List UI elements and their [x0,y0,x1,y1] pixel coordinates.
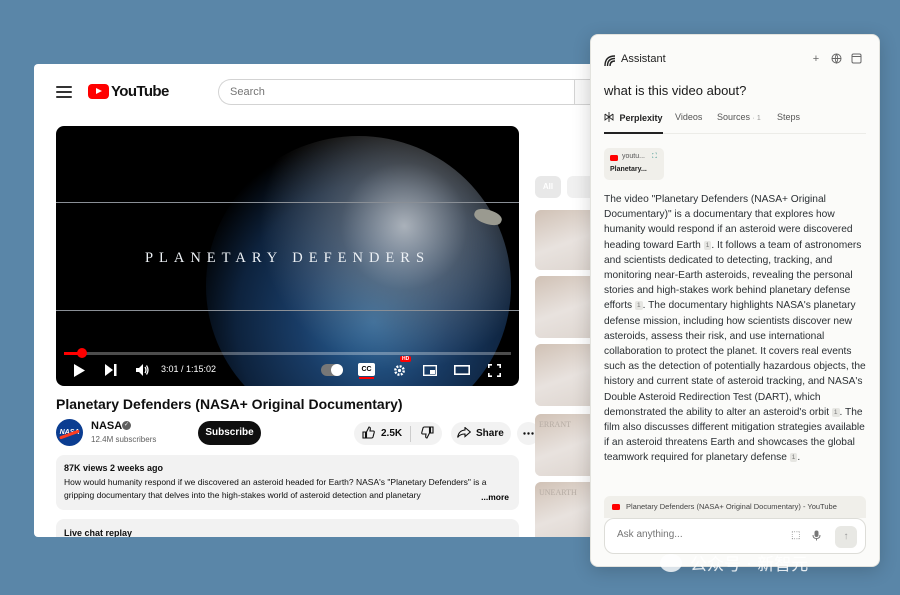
page-reference-text: Planetary Defenders (NASA+ Original Docu… [626,502,837,511]
tab-sources[interactable]: Sources · 1 [717,112,761,134]
youtube-play-icon [88,84,109,99]
tab-label: Perplexity [619,113,663,123]
show-more-link[interactable]: ...more [477,492,509,502]
channel-avatar[interactable]: NASA [56,419,83,446]
thumbnail-text: ERRANT [539,420,571,429]
subscriber-count: 12.4M subscribers [91,435,157,444]
letterbox-line-bottom [56,310,519,311]
share-icon [457,425,472,441]
tab-videos[interactable]: Videos [675,112,702,134]
views-and-date: 87K views 2 weeks ago [64,463,164,473]
video-description[interactable]: 87K views 2 weeks ago How would humanity… [56,455,519,510]
youtube-logo-text: YouTube [111,83,169,100]
search-input[interactable] [218,79,614,105]
tab-label: Steps [777,112,801,122]
scan-icon: ⛶ [652,153,657,160]
letterbox-line-top [56,202,519,203]
page-reference[interactable]: Planetary Defenders (NASA+ Original Docu… [604,496,866,518]
menu-icon[interactable] [56,86,72,98]
assistant-panel: Assistant + what is this video about? Pe… [590,34,880,567]
like-count[interactable]: 2.5K [381,428,402,439]
fullscreen-icon[interactable] [485,360,503,380]
citation-badge[interactable]: 1 [634,301,643,311]
ask-box: ⬚ ↑ [604,518,866,554]
youtube-logo[interactable]: YouTube [88,83,169,100]
source-site: youtu... [622,153,645,160]
microphone-icon[interactable] [812,530,821,544]
video-overlay-title: PLANETARY DEFENDERS [144,250,431,266]
thumbs-up-icon[interactable] [362,425,375,442]
globe-icon[interactable] [830,53,842,65]
theater-mode-icon[interactable] [453,360,471,380]
channel-name[interactable]: NASA [91,420,122,432]
youtube-mini-icon [610,155,618,161]
player-controls: 3:01 / 1:15:02 CC HD [56,356,519,382]
wechat-icon [660,553,682,572]
thumbnail-text: UNEARTH [539,488,577,497]
ask-input[interactable] [617,529,777,540]
live-chat-replay[interactable]: Live chat replay [56,519,519,537]
window-icon[interactable] [850,53,862,65]
assistant-logo-icon [604,54,616,67]
tab-perplexity[interactable]: Perplexity [604,112,663,134]
filter-chip-all[interactable]: All [535,176,561,198]
source-card[interactable]: youtu... ⛶ Planetary... [604,148,664,180]
perplexity-icon [604,112,614,122]
share-label: Share [476,428,504,439]
tab-label: Sources [717,112,751,122]
miniplayer-icon[interactable] [421,360,439,380]
like-divider [410,425,412,442]
watermark: 公众号 · 新智元 [660,550,808,575]
captions-button[interactable]: CC [358,363,375,379]
autoplay-toggle[interactable] [321,364,343,376]
next-icon[interactable] [102,360,120,380]
time-display: 3:01 / 1:15:02 [161,364,217,374]
progress-scrubber[interactable] [77,348,87,358]
progress-bar[interactable] [64,352,511,355]
verified-check-icon: ✓ [122,421,131,430]
user-question: what is this video about? [604,83,747,98]
assistant-title: Assistant [621,53,666,65]
source-title: Planetary... [610,166,647,173]
answer-segment: . [797,452,801,464]
tab-label: Videos [675,112,703,122]
play-icon[interactable] [70,360,88,380]
answer-segment: . The documentary highlights NASA's plan… [604,300,866,418]
volume-icon[interactable] [134,360,152,380]
youtube-header: YouTube [34,64,614,120]
like-dislike-group: 2.5K [354,422,442,445]
description-text: How would humanity respond if we discove… [64,477,487,500]
watermark-text: 公众号 · 新智元 [690,555,809,575]
screenshot-icon[interactable]: ⬚ [791,530,800,541]
subscribe-button[interactable]: Subscribe [198,421,261,445]
answer-text: The video "Planetary Defenders (NASA+ Or… [604,192,870,466]
assistant-header: Assistant + [591,35,879,81]
sources-count: · 1 [752,115,761,122]
new-thread-plus-icon[interactable]: + [810,53,822,65]
citation-badge[interactable]: 1 [831,407,840,417]
settings-gear-icon[interactable]: HD [390,356,412,380]
share-button[interactable]: Share [451,422,511,445]
hd-badge: HD [400,356,412,362]
thumbs-down-icon[interactable] [421,425,434,442]
youtube-window: YouTube PLANETARY DEFENDERS 3:01 / 1:15:… [34,64,614,537]
assistant-tabs: Perplexity Videos Sources · 1 Steps [604,112,866,134]
video-title: Planetary Defenders (NASA+ Original Docu… [56,396,403,412]
tab-steps[interactable]: Steps [777,112,800,134]
send-button[interactable]: ↑ [835,526,857,548]
video-player[interactable]: PLANETARY DEFENDERS 3:01 / 1:15:02 CC HD [56,126,519,386]
channel-row: NASA NASA ✓ 12.4M subscribers Subscribe … [56,419,540,449]
youtube-mini-icon [612,504,620,510]
